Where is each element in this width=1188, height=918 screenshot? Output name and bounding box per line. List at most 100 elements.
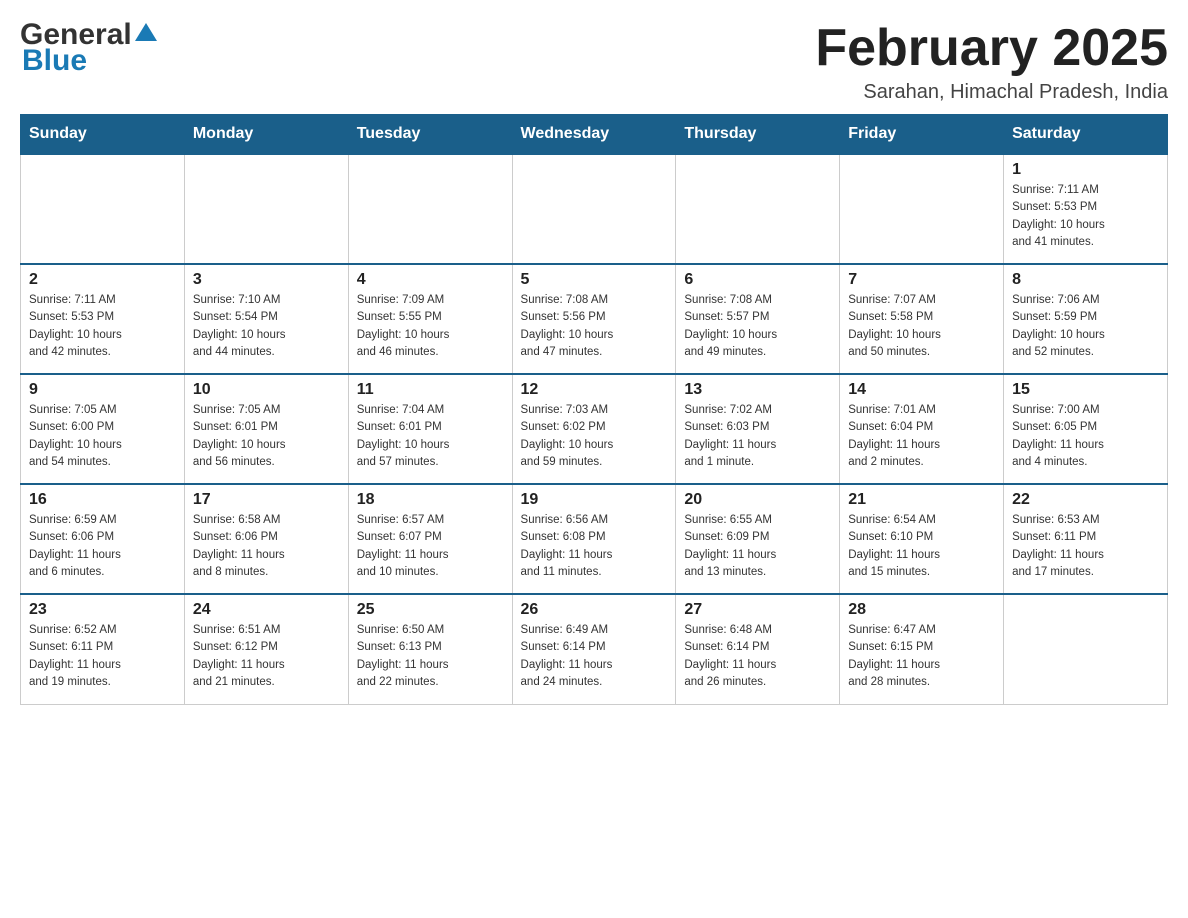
calendar-week-row: 23 Sunrise: 6:52 AM Sunset: 6:11 PM Dayli…: [21, 594, 1168, 704]
logo-blue-text: Blue: [22, 46, 87, 76]
table-row: 26Sunrise: 6:49 AM Sunset: 6:14 PM Dayli…: [512, 594, 676, 704]
table-row: 24 Sunrise: 6:51 AM Sunset: 6:12 PM Dayli…: [184, 594, 348, 704]
col-wednesday: Wednesday: [512, 115, 676, 155]
day-number: 28: [848, 601, 995, 619]
day-info: Sunrise: 6:50 AM Sunset: 6:13 PM Dayligh…: [357, 622, 504, 691]
day-info: Sunrise: 7:11 AM Sunset: 5:53 PM Dayligh…: [1012, 182, 1159, 251]
table-row: 8 Sunrise: 7:06 AM Sunset: 5:59 PM Daylig…: [1004, 264, 1168, 374]
day-number: 1: [1012, 161, 1159, 179]
table-row: [512, 154, 676, 264]
col-monday: Monday: [184, 115, 348, 155]
day-number: 24: [193, 601, 340, 619]
table-row: [348, 154, 512, 264]
title-section: February 2025 Sarahan, Himachal Pradesh,…: [815, 20, 1168, 104]
table-row: 18Sunrise: 6:57 AM Sunset: 6:07 PM Dayli…: [348, 484, 512, 594]
day-info: Sunrise: 6:53 AM Sunset: 6:11 PM Dayligh…: [1012, 512, 1159, 581]
day-number: 20: [684, 491, 831, 509]
day-number: 10: [193, 381, 340, 399]
table-row: 7 Sunrise: 7:07 AM Sunset: 5:58 PM Daylig…: [840, 264, 1004, 374]
col-thursday: Thursday: [676, 115, 840, 155]
day-info: Sunrise: 7:05 AM Sunset: 6:01 PM Dayligh…: [193, 402, 340, 471]
table-row: 1 Sunrise: 7:11 AM Sunset: 5:53 PM Daylig…: [1004, 154, 1168, 264]
day-info: Sunrise: 6:47 AM Sunset: 6:15 PM Dayligh…: [848, 622, 995, 691]
col-sunday: Sunday: [21, 115, 185, 155]
table-row: 13Sunrise: 7:02 AM Sunset: 6:03 PM Dayli…: [676, 374, 840, 484]
day-number: 19: [521, 491, 668, 509]
calendar-week-row: 2 Sunrise: 7:11 AM Sunset: 5:53 PM Daylig…: [21, 264, 1168, 374]
day-number: 11: [357, 381, 504, 399]
page-header: General Blue February 2025 Sarahan, Hima…: [20, 20, 1168, 104]
day-info: Sunrise: 7:00 AM Sunset: 6:05 PM Dayligh…: [1012, 402, 1159, 471]
day-number: 17: [193, 491, 340, 509]
day-number: 15: [1012, 381, 1159, 399]
day-number: 3: [193, 271, 340, 289]
day-info: Sunrise: 6:52 AM Sunset: 6:11 PM Dayligh…: [29, 622, 176, 691]
table-row: 4 Sunrise: 7:09 AM Sunset: 5:55 PM Daylig…: [348, 264, 512, 374]
table-row: [21, 154, 185, 264]
logo: General Blue: [20, 20, 157, 76]
day-info: Sunrise: 6:51 AM Sunset: 6:12 PM Dayligh…: [193, 622, 340, 691]
main-title: February 2025: [815, 20, 1168, 77]
day-number: 22: [1012, 491, 1159, 509]
table-row: 6 Sunrise: 7:08 AM Sunset: 5:57 PM Daylig…: [676, 264, 840, 374]
day-number: 26: [521, 601, 668, 619]
table-row: 10 Sunrise: 7:05 AM Sunset: 6:01 PM Dayli…: [184, 374, 348, 484]
table-row: 17 Sunrise: 6:58 AM Sunset: 6:06 PM Dayli…: [184, 484, 348, 594]
calendar-table: Sunday Monday Tuesday Wednesday Thursday…: [20, 114, 1168, 705]
table-row: 2 Sunrise: 7:11 AM Sunset: 5:53 PM Daylig…: [21, 264, 185, 374]
table-row: 14Sunrise: 7:01 AM Sunset: 6:04 PM Dayli…: [840, 374, 1004, 484]
table-row: 22 Sunrise: 6:53 AM Sunset: 6:11 PM Dayli…: [1004, 484, 1168, 594]
day-number: 4: [357, 271, 504, 289]
table-row: 25Sunrise: 6:50 AM Sunset: 6:13 PM Dayli…: [348, 594, 512, 704]
table-row: 15 Sunrise: 7:00 AM Sunset: 6:05 PM Dayli…: [1004, 374, 1168, 484]
col-tuesday: Tuesday: [348, 115, 512, 155]
table-row: 5Sunrise: 7:08 AM Sunset: 5:56 PM Daylig…: [512, 264, 676, 374]
table-row: 3 Sunrise: 7:10 AM Sunset: 5:54 PM Daylig…: [184, 264, 348, 374]
day-number: 6: [684, 271, 831, 289]
day-number: 18: [357, 491, 504, 509]
calendar-week-row: 1 Sunrise: 7:11 AM Sunset: 5:53 PM Daylig…: [21, 154, 1168, 264]
table-row: 16 Sunrise: 6:59 AM Sunset: 6:06 PM Dayli…: [21, 484, 185, 594]
table-row: 28 Sunrise: 6:47 AM Sunset: 6:15 PM Dayli…: [840, 594, 1004, 704]
day-number: 21: [848, 491, 995, 509]
logo-triangle-icon: [135, 23, 157, 47]
day-info: Sunrise: 7:09 AM Sunset: 5:55 PM Dayligh…: [357, 292, 504, 361]
table-row: 23 Sunrise: 6:52 AM Sunset: 6:11 PM Dayli…: [21, 594, 185, 704]
day-info: Sunrise: 7:11 AM Sunset: 5:53 PM Dayligh…: [29, 292, 176, 361]
subtitle: Sarahan, Himachal Pradesh, India: [815, 81, 1168, 104]
day-info: Sunrise: 7:01 AM Sunset: 6:04 PM Dayligh…: [848, 402, 995, 471]
table-row: 21 Sunrise: 6:54 AM Sunset: 6:10 PM Dayli…: [840, 484, 1004, 594]
day-number: 16: [29, 491, 176, 509]
day-number: 7: [848, 271, 995, 289]
table-row: [1004, 594, 1168, 704]
day-info: Sunrise: 7:07 AM Sunset: 5:58 PM Dayligh…: [848, 292, 995, 361]
calendar-week-row: 9 Sunrise: 7:05 AM Sunset: 6:00 PM Daylig…: [21, 374, 1168, 484]
table-row: 19Sunrise: 6:56 AM Sunset: 6:08 PM Dayli…: [512, 484, 676, 594]
day-info: Sunrise: 7:02 AM Sunset: 6:03 PM Dayligh…: [684, 402, 831, 471]
day-number: 5: [521, 271, 668, 289]
day-info: Sunrise: 7:03 AM Sunset: 6:02 PM Dayligh…: [521, 402, 668, 471]
day-info: Sunrise: 6:58 AM Sunset: 6:06 PM Dayligh…: [193, 512, 340, 581]
day-number: 8: [1012, 271, 1159, 289]
col-friday: Friday: [840, 115, 1004, 155]
calendar-week-row: 16 Sunrise: 6:59 AM Sunset: 6:06 PM Dayli…: [21, 484, 1168, 594]
col-saturday: Saturday: [1004, 115, 1168, 155]
day-info: Sunrise: 7:04 AM Sunset: 6:01 PM Dayligh…: [357, 402, 504, 471]
day-info: Sunrise: 7:06 AM Sunset: 5:59 PM Dayligh…: [1012, 292, 1159, 361]
calendar-header-row: Sunday Monday Tuesday Wednesday Thursday…: [21, 115, 1168, 155]
day-info: Sunrise: 6:59 AM Sunset: 6:06 PM Dayligh…: [29, 512, 176, 581]
day-number: 9: [29, 381, 176, 399]
day-number: 12: [521, 381, 668, 399]
day-info: Sunrise: 7:08 AM Sunset: 5:57 PM Dayligh…: [684, 292, 831, 361]
day-info: Sunrise: 7:10 AM Sunset: 5:54 PM Dayligh…: [193, 292, 340, 361]
day-info: Sunrise: 6:55 AM Sunset: 6:09 PM Dayligh…: [684, 512, 831, 581]
table-row: [840, 154, 1004, 264]
table-row: 11 Sunrise: 7:04 AM Sunset: 6:01 PM Dayli…: [348, 374, 512, 484]
day-info: Sunrise: 7:05 AM Sunset: 6:00 PM Dayligh…: [29, 402, 176, 471]
table-row: 20 Sunrise: 6:55 AM Sunset: 6:09 PM Dayli…: [676, 484, 840, 594]
day-number: 23: [29, 601, 176, 619]
table-row: 12 Sunrise: 7:03 AM Sunset: 6:02 PM Dayli…: [512, 374, 676, 484]
day-info: Sunrise: 6:54 AM Sunset: 6:10 PM Dayligh…: [848, 512, 995, 581]
day-number: 2: [29, 271, 176, 289]
table-row: [676, 154, 840, 264]
